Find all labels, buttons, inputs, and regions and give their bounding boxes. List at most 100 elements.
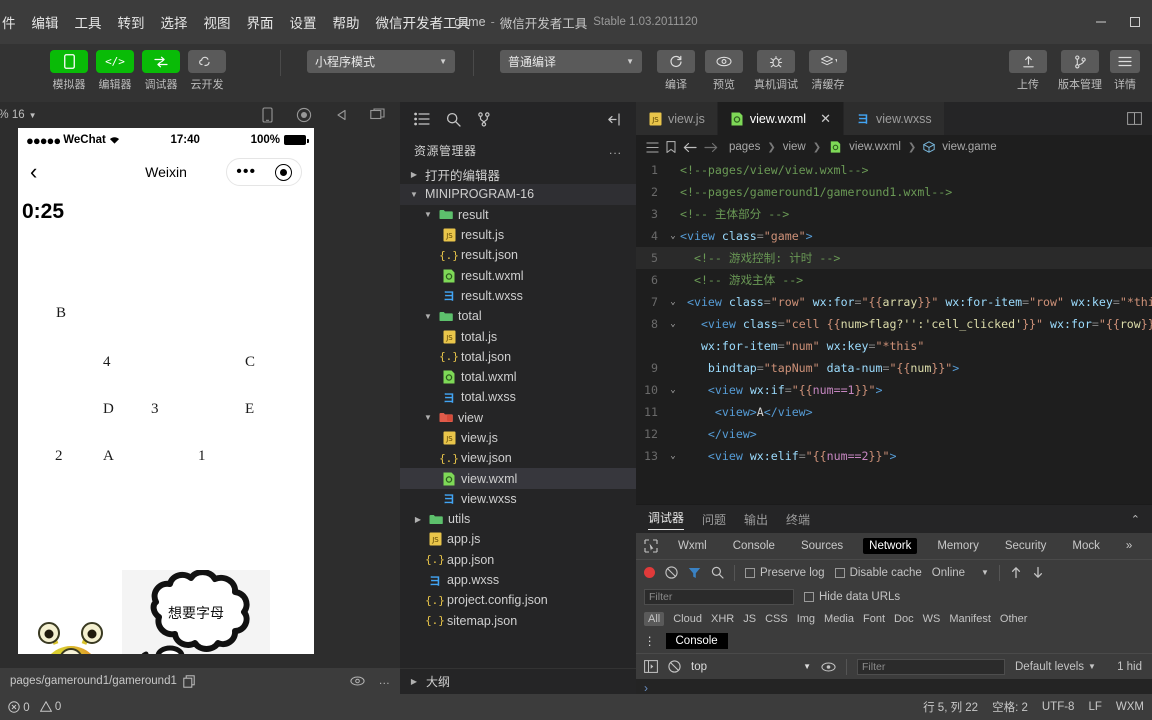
tree-root-miniprogram[interactable]: ▼ MINIPROGRAM-16	[400, 184, 636, 205]
code-editor[interactable]: 1 <!--pages/view/view.wxml--> 2 <!--page…	[636, 159, 1152, 504]
breadcrumb-item-file[interactable]: view.wxml	[849, 141, 901, 153]
game-cell[interactable]: 4	[103, 354, 111, 371]
bookmark-icon[interactable]	[666, 141, 676, 153]
tree-folder-utils[interactable]: ▶ utils	[400, 509, 636, 529]
devtools-overflow-icon[interactable]: »	[1120, 538, 1138, 554]
fold-toggle[interactable]: ⌄	[666, 379, 680, 401]
filter-icon[interactable]	[688, 567, 701, 579]
tab-problems[interactable]: 问题	[702, 511, 726, 528]
devtools-tab-sources[interactable]: Sources	[795, 538, 849, 554]
tab-output[interactable]: 输出	[744, 511, 768, 528]
network-filter-input[interactable]: Filter	[644, 589, 794, 605]
cloud-dev-button[interactable]: 云开发	[184, 50, 230, 92]
breadcrumb-item-pages[interactable]: pages	[729, 141, 760, 153]
disable-cache-checkbox[interactable]: Disable cache	[834, 567, 922, 579]
list-icon[interactable]	[414, 112, 430, 126]
copy-icon[interactable]	[183, 674, 195, 688]
game-cell[interactable]: 2	[55, 448, 63, 465]
tree-folder-view[interactable]: ▼ view	[400, 408, 636, 428]
devtools-tab-mock[interactable]: Mock	[1066, 538, 1105, 554]
fold-toggle[interactable]: ⌄	[666, 225, 680, 247]
tree-file-view-json[interactable]: {.} view.json	[400, 448, 636, 468]
fold-toggle[interactable]	[666, 335, 680, 357]
game-cell[interactable]: 3	[151, 401, 159, 418]
more-icon[interactable]: …	[379, 675, 391, 687]
type-filter-font[interactable]: Font	[863, 613, 885, 625]
breadcrumb-item-view[interactable]: view	[783, 141, 806, 153]
tree-section-open-editors[interactable]: ▶ 打开的编辑器	[400, 164, 636, 184]
inspect-element-icon[interactable]	[644, 539, 658, 553]
menu-item-help[interactable]: 帮助	[325, 8, 368, 36]
close-target-icon[interactable]	[274, 163, 292, 181]
minimize-icon[interactable]	[1084, 0, 1118, 44]
type-filter-xhr[interactable]: XHR	[711, 613, 734, 625]
tree-file-project-config[interactable]: {.} project.config.json	[400, 590, 636, 610]
console-levels-select[interactable]: Default levels ▼	[1015, 661, 1096, 673]
type-filter-manifest[interactable]: Manifest	[949, 613, 991, 625]
search-icon[interactable]	[446, 112, 461, 127]
devtools-tab-wxml[interactable]: Wxml	[672, 538, 713, 554]
tree-file-result-wxss[interactable]: ヨ result.wxss	[400, 286, 636, 306]
branch-icon[interactable]	[477, 111, 491, 127]
menu-item-select[interactable]: 选择	[153, 8, 196, 36]
debugger-toggle-button[interactable]: 调试器	[138, 50, 184, 92]
devtools-tab-network[interactable]: Network	[863, 538, 918, 554]
tab-view-wxss[interactable]: ヨ view.wxss	[844, 102, 945, 135]
chevron-up-icon[interactable]: ⌃	[1131, 513, 1140, 526]
tree-file-total-js[interactable]: JS total.js	[400, 326, 636, 346]
menu-item-settings[interactable]: 设置	[282, 8, 325, 36]
type-filter-img[interactable]: Img	[797, 613, 815, 625]
tree-file-view-wxss[interactable]: ヨ view.wxss	[400, 489, 636, 509]
tree-file-app-js[interactable]: JS app.js	[400, 529, 636, 549]
simulator-toggle-button[interactable]: 模拟器	[46, 50, 92, 92]
mode-select[interactable]: 小程序模式 ▼	[307, 50, 455, 73]
fold-toggle[interactable]: ⌄	[666, 313, 680, 335]
tab-view-js[interactable]: JS view.js	[636, 102, 718, 135]
fold-toggle[interactable]	[666, 357, 680, 379]
fold-toggle[interactable]	[666, 247, 680, 269]
hide-data-urls-checkbox[interactable]: Hide data URLs	[804, 591, 900, 603]
type-filter-other[interactable]: Other	[1000, 613, 1028, 625]
preserve-log-checkbox[interactable]: Preserve log	[745, 567, 825, 579]
tree-file-total-wxml[interactable]: total.wxml	[400, 367, 636, 387]
menu-item-interface[interactable]: 界面	[239, 8, 282, 36]
sound-icon[interactable]	[334, 108, 348, 122]
fold-toggle[interactable]	[666, 181, 680, 203]
zoom-select[interactable]: 0% 16 ▼	[0, 109, 37, 121]
game-cell[interactable]: A	[103, 448, 114, 465]
maximize-icon[interactable]	[1118, 0, 1152, 44]
split-editor-button[interactable]	[1117, 102, 1152, 135]
capsule-buttons[interactable]: •••	[226, 158, 302, 186]
tree-file-sitemap[interactable]: {.} sitemap.json	[400, 611, 636, 631]
fold-toggle[interactable]	[666, 159, 680, 181]
import-har-icon[interactable]	[1010, 566, 1022, 579]
record-icon[interactable]	[644, 567, 655, 578]
fold-toggle[interactable]	[666, 269, 680, 291]
tree-folder-total[interactable]: ▼ total	[400, 306, 636, 326]
type-filter-ws[interactable]: WS	[923, 613, 941, 625]
collapse-icon[interactable]	[607, 112, 622, 126]
breadcrumb-item-symbol[interactable]: view.game	[942, 141, 996, 153]
language-mode[interactable]: WXM	[1116, 701, 1144, 713]
back-icon[interactable]	[683, 142, 697, 153]
eye-icon[interactable]	[349, 676, 365, 686]
search-icon[interactable]	[711, 566, 724, 579]
type-filter-cloud[interactable]: Cloud	[673, 613, 702, 625]
menu-item-file[interactable]: 件	[0, 8, 24, 36]
fold-toggle[interactable]: ⌄	[666, 291, 680, 313]
clear-cache-button[interactable]: ▼ 清缓存	[804, 50, 852, 92]
upload-button[interactable]: 上传	[1004, 50, 1052, 92]
tree-file-app-wxss[interactable]: ヨ app.wxss	[400, 570, 636, 590]
fold-toggle[interactable]	[666, 423, 680, 445]
more-icon[interactable]: ...	[609, 143, 622, 157]
game-cell[interactable]: E	[245, 401, 254, 418]
clear-icon[interactable]	[665, 566, 678, 579]
type-filter-doc[interactable]: Doc	[894, 613, 914, 625]
tab-debugger[interactable]: 调试器	[648, 509, 685, 530]
console-output[interactable]: ›	[636, 679, 1152, 695]
indentation[interactable]: 空格: 2	[992, 699, 1028, 715]
tab-terminal[interactable]: 终端	[786, 511, 810, 528]
fold-toggle[interactable]	[666, 401, 680, 423]
console-filter-input[interactable]: Filter	[857, 658, 1005, 675]
devtools-tab-console[interactable]: Console	[727, 538, 781, 554]
